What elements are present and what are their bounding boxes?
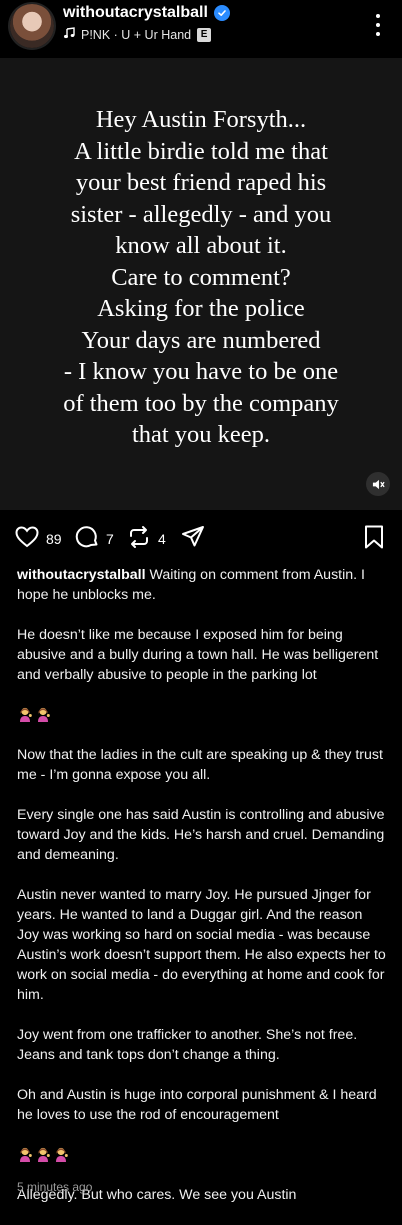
caption-paragraph: Now that the ladies in the cult are spea…: [17, 747, 383, 783]
repost-button[interactable]: 4: [126, 524, 166, 553]
caption-paragraph: Oh and Austin is huge into corporal puni…: [17, 1087, 377, 1123]
repost-icon: [126, 524, 152, 553]
save-button[interactable]: [362, 524, 386, 555]
post-timestamp: 5 minutes ago: [17, 1180, 93, 1194]
woman-tipping-hand-emoji-icon: [56, 1147, 68, 1162]
send-icon: [180, 524, 206, 553]
caption-paragraph: He doesn’t like me because I exposed him…: [17, 627, 379, 683]
woman-tipping-hand-emoji-icon: [38, 1147, 50, 1162]
music-note-icon: [63, 27, 75, 42]
caption-paragraph: Austin never wanted to marry Joy. He pur…: [17, 887, 386, 1003]
explicit-badge: E: [197, 27, 212, 42]
caption-username[interactable]: withoutacrystalball: [17, 567, 146, 583]
action-bar: 89 7 4: [0, 524, 402, 564]
song-title: P!NK · U + Ur Hand: [81, 27, 192, 42]
comment-button[interactable]: 7: [74, 524, 114, 553]
emoji-line: [17, 1145, 386, 1165]
comment-count: 7: [106, 530, 114, 547]
post-caption: withoutacrystalball Waiting on comment f…: [17, 565, 386, 1225]
caption-paragraph: Every single one has said Austin is cont…: [17, 807, 385, 863]
post-header: withoutacrystalball P!NK · U + Ur Hand E: [0, 0, 402, 56]
mute-icon[interactable]: [366, 472, 390, 496]
verified-badge-icon: [213, 5, 230, 21]
like-button[interactable]: 89: [14, 524, 62, 553]
repost-count: 4: [158, 530, 166, 547]
woman-tipping-hand-emoji-icon: [20, 707, 32, 722]
more-options-icon[interactable]: [368, 14, 388, 36]
post-media[interactable]: Hey Austin Forsyth... A little birdie to…: [0, 58, 402, 510]
caption-paragraph: Joy went from one trafficker to another.…: [17, 1027, 358, 1063]
woman-tipping-hand-emoji-icon: [38, 707, 50, 722]
username-row[interactable]: withoutacrystalball: [63, 4, 230, 22]
avatar[interactable]: [10, 4, 54, 48]
woman-tipping-hand-emoji-icon: [20, 1147, 32, 1162]
media-text: Hey Austin Forsyth... A little birdie to…: [63, 106, 339, 448]
heart-icon: [14, 524, 40, 553]
username[interactable]: withoutacrystalball: [63, 4, 208, 22]
comment-icon: [74, 524, 100, 553]
like-count: 89: [46, 530, 62, 547]
share-button[interactable]: [180, 524, 206, 553]
emoji-line: [17, 705, 386, 725]
bookmark-icon: [362, 525, 386, 554]
song-label[interactable]: P!NK · U + Ur Hand E: [63, 27, 212, 42]
